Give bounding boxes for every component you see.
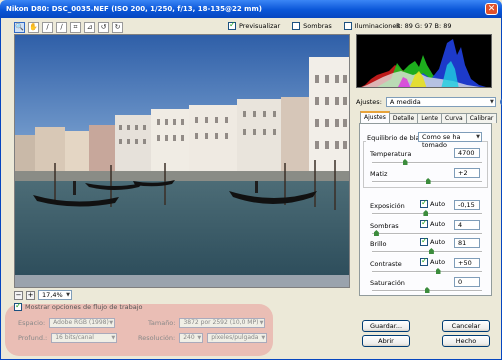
contrast-auto-label: Auto	[430, 258, 446, 266]
highlights-check-icon[interactable]	[343, 22, 352, 30]
close-icon[interactable]: ✕	[485, 3, 498, 15]
shadows-clipping-checkbox[interactable]: Sombras	[292, 22, 332, 30]
exposure-input[interactable]: -0,15	[454, 200, 480, 210]
hand-tool-icon[interactable]: ✋	[28, 21, 39, 33]
preview-checkbox[interactable]: Previsualizar	[228, 20, 281, 30]
settings-select[interactable]: A medida	[385, 97, 496, 107]
exposure-slider[interactable]	[372, 210, 482, 216]
exposure-auto-checkbox[interactable]: Auto	[420, 198, 446, 208]
window-title-bar[interactable]: Nikon D80: DSC_0035.NEF (ISO 200, 1/250,…	[0, 0, 502, 18]
open-button[interactable]: Abrir	[362, 335, 410, 347]
tool-palette: 🔍 ✋ ∕ ∕ ⌗ ⊿ ↺ ↻	[14, 21, 123, 33]
save-button[interactable]: Guardar...	[362, 320, 410, 332]
image-size-label: Tamaño:	[148, 319, 176, 327]
bit-depth-row: Profund.: 16 bits/canal	[18, 333, 118, 343]
brightness-auto-label: Auto	[430, 238, 446, 246]
color-space-row: Espacio: Adobe RGB (1998)	[18, 318, 116, 328]
tab-curva[interactable]: Curva	[441, 113, 467, 123]
image-size-select[interactable]: 3872 por 2592 (10,0 MP)	[179, 318, 266, 328]
zoom-tool-icon[interactable]: 🔍	[14, 21, 25, 33]
color-space-label: Espacio:	[18, 319, 46, 327]
contrast-label: Contraste	[370, 260, 402, 268]
contrast-auto-check-icon[interactable]	[420, 256, 428, 266]
brightness-slider[interactable]	[372, 248, 482, 254]
zoom-controls: − + 17,4%	[14, 290, 72, 300]
view-options: Previsualizar Sombras Iluminaciones	[228, 20, 400, 30]
temperature-label: Temperatura	[370, 150, 412, 158]
workflow-highlight	[5, 304, 273, 356]
highlights-clipping-checkbox[interactable]: Iluminaciones	[343, 22, 400, 30]
saturation-label: Saturación	[370, 279, 405, 287]
contrast-auto-checkbox[interactable]: Auto	[420, 256, 446, 266]
shadows-slider[interactable]	[372, 230, 482, 236]
shadows-check-icon[interactable]	[292, 22, 301, 30]
saturation-slider[interactable]	[372, 287, 482, 293]
brightness-input[interactable]: 81	[454, 238, 480, 248]
color-space-select[interactable]: Adobe RGB (1998)	[49, 318, 116, 328]
tab-ajustes[interactable]: Ajustes	[360, 111, 390, 123]
zoom-out-button[interactable]: −	[14, 290, 23, 300]
highlights-clipping-label: Iluminaciones	[354, 22, 400, 30]
color-sampler-tool-icon[interactable]: ∕	[56, 21, 67, 33]
saturation-input[interactable]: 0	[454, 277, 480, 287]
tint-slider[interactable]	[372, 178, 482, 184]
white-balance-tool-icon[interactable]: ∕	[42, 21, 53, 33]
tint-label: Matiz	[370, 170, 388, 178]
adjustment-tabs: Ajustes Detalle Lente Curva Calibrar	[360, 111, 498, 123]
done-button[interactable]: Hecho	[442, 335, 490, 347]
rotate-right-icon[interactable]: ↻	[112, 21, 123, 33]
settings-row: Ajustes: A medida ▸	[356, 97, 502, 107]
brightness-auto-checkbox[interactable]: Auto	[420, 236, 446, 246]
exposure-label: Exposición	[370, 202, 405, 210]
rotate-left-icon[interactable]: ↺	[98, 21, 109, 33]
shadows-input[interactable]: 4	[454, 220, 480, 230]
shadows-label: Sombras	[370, 222, 399, 230]
cancel-button[interactable]: Cancelar	[442, 320, 490, 332]
contrast-slider[interactable]	[372, 268, 482, 274]
image-size-row: Tamaño: 3872 por 2592 (10,0 MP)	[148, 318, 266, 328]
workflow-check-icon[interactable]	[14, 301, 22, 311]
tint-input[interactable]: +2	[454, 168, 480, 178]
zoom-in-button[interactable]: +	[26, 290, 35, 300]
image-preview[interactable]	[14, 34, 350, 288]
exposure-auto-check-icon[interactable]	[420, 198, 428, 208]
shadows-auto-checkbox[interactable]: Auto	[420, 218, 446, 228]
tab-calibrar[interactable]: Calibrar	[465, 113, 498, 123]
workflow-options-checkbox[interactable]: Mostrar opciones de flujo de trabajo	[14, 301, 143, 311]
settings-label: Ajustes:	[356, 98, 382, 106]
temperature-slider[interactable]	[372, 159, 482, 165]
bit-depth-select[interactable]: 16 bits/canal	[51, 333, 118, 343]
brightness-auto-check-icon[interactable]	[420, 236, 428, 246]
zoom-level-select[interactable]: 17,4%	[38, 290, 72, 300]
straighten-tool-icon[interactable]: ⊿	[84, 21, 95, 33]
venice-photo	[15, 35, 349, 287]
preview-check-icon[interactable]	[228, 20, 236, 30]
tab-lente[interactable]: Lente	[417, 113, 443, 123]
rgb-readout: R: 89 G: 97 B: 89	[396, 22, 452, 30]
workflow-options-label: Mostrar opciones de flujo de trabajo	[25, 303, 143, 311]
exposure-auto-label: Auto	[430, 200, 446, 208]
resolution-unit-select[interactable]: píxeles/pulgada	[207, 333, 268, 343]
window-title: Nikon D80: DSC_0035.NEF (ISO 200, 1/250,…	[6, 5, 262, 13]
shadows-auto-label: Auto	[430, 220, 446, 228]
resolution-input[interactable]: 240	[179, 333, 204, 343]
temperature-input[interactable]: 4700	[454, 148, 480, 158]
white-balance-select[interactable]: Como se ha tomado	[418, 132, 482, 149]
shadows-clipping-label: Sombras	[303, 22, 332, 30]
tab-detalle[interactable]: Detalle	[388, 113, 419, 123]
preview-label: Previsualizar	[239, 22, 281, 30]
contrast-input[interactable]: +50	[454, 258, 480, 268]
shadows-auto-check-icon[interactable]	[420, 218, 428, 228]
brightness-label: Brillo	[370, 240, 387, 248]
bit-depth-label: Profund.:	[18, 334, 48, 342]
histogram-plot	[361, 39, 486, 87]
resolution-row: Resolución: 240 píxeles/pulgada	[138, 333, 268, 343]
histogram	[356, 34, 492, 88]
resolution-label: Resolución:	[138, 334, 176, 342]
crop-tool-icon[interactable]: ⌗	[70, 21, 81, 33]
